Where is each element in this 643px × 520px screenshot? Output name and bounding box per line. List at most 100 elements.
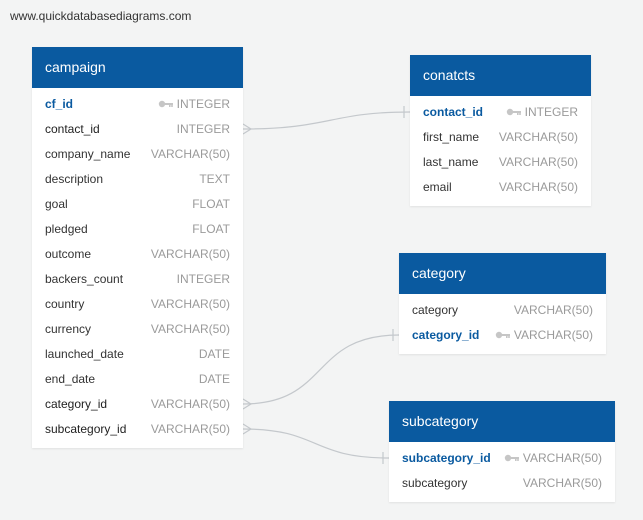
field-name: subcategory	[402, 476, 468, 490]
field-type-label: VARCHAR(50)	[513, 303, 593, 317]
field-name: category	[412, 303, 459, 317]
field-type: VARCHAR(50)	[514, 298, 593, 323]
field-type: VARCHAR(50)	[151, 392, 230, 417]
field-name: subcategory_id	[45, 422, 127, 436]
field-type: FLOAT	[192, 217, 230, 242]
field-name: launched_date	[45, 347, 124, 361]
field-row[interactable]: contact_id INTEGER	[32, 117, 243, 142]
field-row[interactable]: end_date DATE	[32, 367, 243, 392]
field-row[interactable]: subcategory_id VARCHAR(50)	[389, 446, 615, 471]
field-name: end_date	[45, 372, 96, 386]
field-type: INTEGER	[506, 100, 578, 125]
field-type-label: VARCHAR(50)	[150, 297, 230, 311]
table-subcategory[interactable]: subcategory subcategory_id VARCHAR(50) sub…	[389, 401, 615, 502]
field-type-label: VARCHAR(50)	[150, 397, 230, 411]
field-name: description	[45, 172, 104, 186]
field-type-label: VARCHAR(50)	[522, 476, 602, 490]
field-name: currency	[45, 322, 92, 336]
field-name: outcome	[45, 247, 92, 261]
field-type: VARCHAR(50)	[495, 323, 593, 348]
field-row[interactable]: category_id VARCHAR(50)	[32, 392, 243, 417]
field-row[interactable]: subcategory VARCHAR(50)	[389, 471, 615, 496]
field-type: TEXT	[199, 167, 230, 192]
field-type-label: TEXT	[199, 172, 230, 186]
field-row[interactable]: description TEXT	[32, 167, 243, 192]
field-type: FLOAT	[192, 192, 230, 217]
field-type: INTEGER	[177, 117, 230, 142]
field-type-label: DATE	[198, 347, 230, 361]
field-type: VARCHAR(50)	[151, 292, 230, 317]
field-row[interactable]: first_name VARCHAR(50)	[410, 125, 591, 150]
field-row[interactable]: country VARCHAR(50)	[32, 292, 243, 317]
link-contact	[242, 111, 411, 130]
field-name: country	[45, 297, 85, 311]
table-header-category[interactable]: category	[399, 253, 606, 294]
field-row[interactable]: backers_count INTEGER	[32, 267, 243, 292]
field-row[interactable]: company_name VARCHAR(50)	[32, 142, 243, 167]
field-row[interactable]: currency VARCHAR(50)	[32, 317, 243, 342]
field-type: VARCHAR(50)	[151, 417, 230, 442]
field-name: category_id	[45, 397, 108, 411]
field-type-label: VARCHAR(50)	[522, 451, 602, 465]
field-row[interactable]: contact_id INTEGER	[410, 100, 591, 125]
field-type: INTEGER	[177, 267, 230, 292]
field-type: VARCHAR(50)	[523, 471, 602, 496]
field-type: VARCHAR(50)	[504, 446, 602, 471]
field-type-label: VARCHAR(50)	[150, 422, 230, 436]
table-category[interactable]: category category VARCHAR(50) category_id V…	[399, 253, 606, 354]
key-icon	[158, 100, 173, 108]
field-type: VARCHAR(50)	[151, 242, 230, 267]
field-type: VARCHAR(50)	[151, 142, 230, 167]
field-type: DATE	[199, 367, 230, 392]
field-name: first_name	[423, 130, 480, 144]
key-icon	[506, 108, 521, 116]
field-row[interactable]: goal FLOAT	[32, 192, 243, 217]
key-icon	[504, 454, 519, 462]
field-row[interactable]: outcome VARCHAR(50)	[32, 242, 243, 267]
field-name: company_name	[45, 147, 131, 161]
field-type: VARCHAR(50)	[151, 317, 230, 342]
field-row[interactable]: category VARCHAR(50)	[399, 298, 606, 323]
field-name: pledged	[45, 222, 88, 236]
field-name: contact_id	[45, 122, 100, 136]
link-subcategory	[242, 428, 390, 459]
table-header-campaign[interactable]: campaign	[32, 47, 243, 88]
table-conatcts[interactable]: conatcts contact_id INTEGER first_name VARC…	[410, 55, 591, 206]
field-type: INTEGER	[158, 92, 230, 117]
field-name: contact_id	[423, 105, 484, 119]
field-type-label: INTEGER	[176, 97, 230, 111]
field-name: goal	[45, 197, 68, 211]
field-type-label: VARCHAR(50)	[498, 130, 578, 144]
table-campaign[interactable]: campaign cf_id INTEGER contact_id INTEGER co…	[32, 47, 243, 448]
field-row[interactable]: last_name VARCHAR(50)	[410, 150, 591, 175]
field-row[interactable]: subcategory_id VARCHAR(50)	[32, 417, 243, 442]
table-header-conatcts[interactable]: conatcts	[410, 55, 591, 96]
field-type-label: VARCHAR(50)	[150, 147, 230, 161]
field-type: VARCHAR(50)	[499, 125, 578, 150]
field-name: subcategory_id	[402, 451, 491, 465]
field-name: category_id	[412, 328, 480, 342]
field-type-label: VARCHAR(50)	[150, 247, 230, 261]
link-category	[242, 334, 400, 405]
field-type-label: INTEGER	[524, 105, 578, 119]
field-type-label: DATE	[198, 372, 230, 386]
field-name: email	[423, 180, 452, 194]
field-type-label: FLOAT	[192, 197, 230, 211]
field-type-label: VARCHAR(50)	[498, 180, 578, 194]
field-type-label: FLOAT	[192, 222, 230, 236]
field-type-label: VARCHAR(50)	[150, 322, 230, 336]
field-row[interactable]: category_id VARCHAR(50)	[399, 323, 606, 348]
field-row[interactable]: pledged FLOAT	[32, 217, 243, 242]
key-icon	[495, 331, 510, 339]
field-name: last_name	[423, 155, 479, 169]
field-type-label: VARCHAR(50)	[513, 328, 593, 342]
field-row[interactable]: email VARCHAR(50)	[410, 175, 591, 200]
field-type-label: INTEGER	[176, 272, 230, 286]
field-type: VARCHAR(50)	[499, 150, 578, 175]
field-row[interactable]: cf_id INTEGER	[32, 92, 243, 117]
table-header-subcategory[interactable]: subcategory	[389, 401, 615, 442]
field-name: backers_count	[45, 272, 124, 286]
field-type: VARCHAR(50)	[499, 175, 578, 200]
field-type-label: VARCHAR(50)	[498, 155, 578, 169]
field-row[interactable]: launched_date DATE	[32, 342, 243, 367]
